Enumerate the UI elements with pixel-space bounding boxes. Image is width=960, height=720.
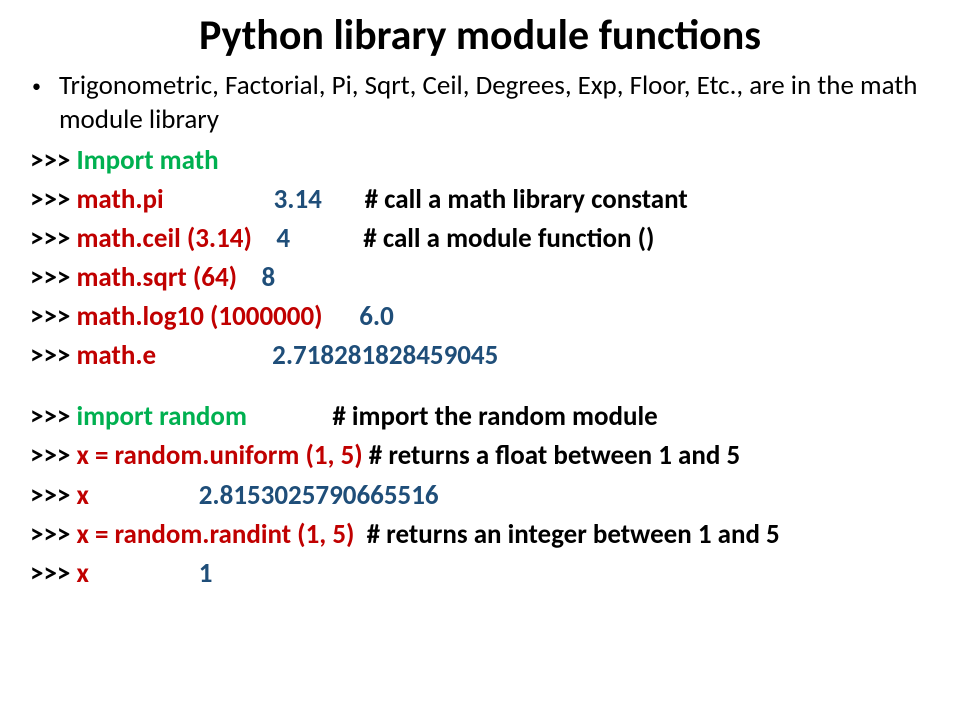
spacer-text — [89, 479, 199, 512]
spacer-text — [290, 222, 363, 255]
command: x — [76, 479, 88, 512]
spacer-text — [89, 557, 199, 590]
command: math.sqrt (64) — [76, 261, 237, 294]
spacer-text — [322, 183, 365, 216]
bullet-text: Trigonometric, Factorial, Pi, Sqrt, Ceil… — [59, 69, 930, 137]
result: 3.14 — [274, 183, 322, 216]
prompt: >>> — [30, 300, 76, 333]
code-line-random-randint: >>> x = random.randint (1, 5) # returns … — [30, 515, 930, 554]
code-line-math-e: >>> math.e 2.718281828459045 — [30, 336, 930, 375]
code-line-math-log10: >>> math.log10 (1000000) 6.0 — [30, 297, 930, 336]
spacer-text — [164, 183, 274, 216]
comment: # import the random module — [332, 400, 657, 433]
code-line-import-math: >>> Import math — [30, 141, 930, 180]
prompt: >>> — [30, 339, 76, 372]
comment: # returns a float between 1 and 5 — [363, 439, 740, 472]
command: math.ceil (3.14) — [76, 222, 251, 255]
spacer-text — [156, 339, 272, 372]
spacer-text — [237, 261, 261, 294]
prompt: >>> — [30, 183, 76, 216]
command: x = random.uniform (1, 5) — [76, 439, 362, 472]
result: 6.0 — [359, 300, 394, 333]
prompt: >>> — [30, 557, 76, 590]
comment: # call a module function () — [363, 222, 654, 255]
slide: Python library module functions • Trigon… — [0, 0, 960, 613]
result: 1 — [199, 557, 213, 590]
spacer-text — [247, 400, 332, 433]
command: math.e — [76, 339, 156, 372]
prompt: >>> — [30, 479, 76, 512]
command: import random — [76, 400, 246, 433]
code-line-math-ceil: >>> math.ceil (3.14) 4 # call a module f… — [30, 219, 930, 258]
prompt: >>> — [30, 222, 76, 255]
prompt: >>> — [30, 261, 76, 294]
code-line-x-int: >>> x 1 — [30, 554, 930, 593]
command: math.pi — [76, 183, 163, 216]
prompt: >>> — [30, 144, 76, 177]
command: x — [76, 557, 88, 590]
result: 8 — [262, 261, 276, 294]
result: 4 — [276, 222, 290, 255]
code-line-import-random: >>> import random # import the random mo… — [30, 397, 930, 436]
code-line-x-float: >>> x 2.8153025790665516 — [30, 476, 930, 515]
spacer-text — [252, 222, 276, 255]
result: 2.718281828459045 — [272, 339, 498, 372]
command: Import math — [76, 144, 218, 177]
prompt: >>> — [30, 439, 76, 472]
code-line-random-uniform: >>> x = random.uniform (1, 5) # returns … — [30, 436, 930, 475]
command: x = random.randint (1, 5) — [76, 518, 354, 551]
code-line-math-pi: >>> math.pi 3.14 # call a math library c… — [30, 180, 930, 219]
bullet-intro: • Trigonometric, Factorial, Pi, Sqrt, Ce… — [30, 69, 930, 137]
command: math.log10 (1000000) — [76, 300, 322, 333]
prompt: >>> — [30, 518, 76, 551]
blank-line — [30, 375, 930, 397]
code-line-math-sqrt: >>> math.sqrt (64) 8 — [30, 258, 930, 297]
comment: # call a math library constant — [365, 183, 688, 216]
comment: # returns an integer between 1 and 5 — [354, 518, 779, 551]
bullet-icon: • — [32, 69, 41, 103]
prompt: >>> — [30, 400, 76, 433]
slide-title: Python library module functions — [30, 10, 930, 61]
result: 2.8153025790665516 — [199, 479, 439, 512]
spacer-text — [323, 300, 360, 333]
